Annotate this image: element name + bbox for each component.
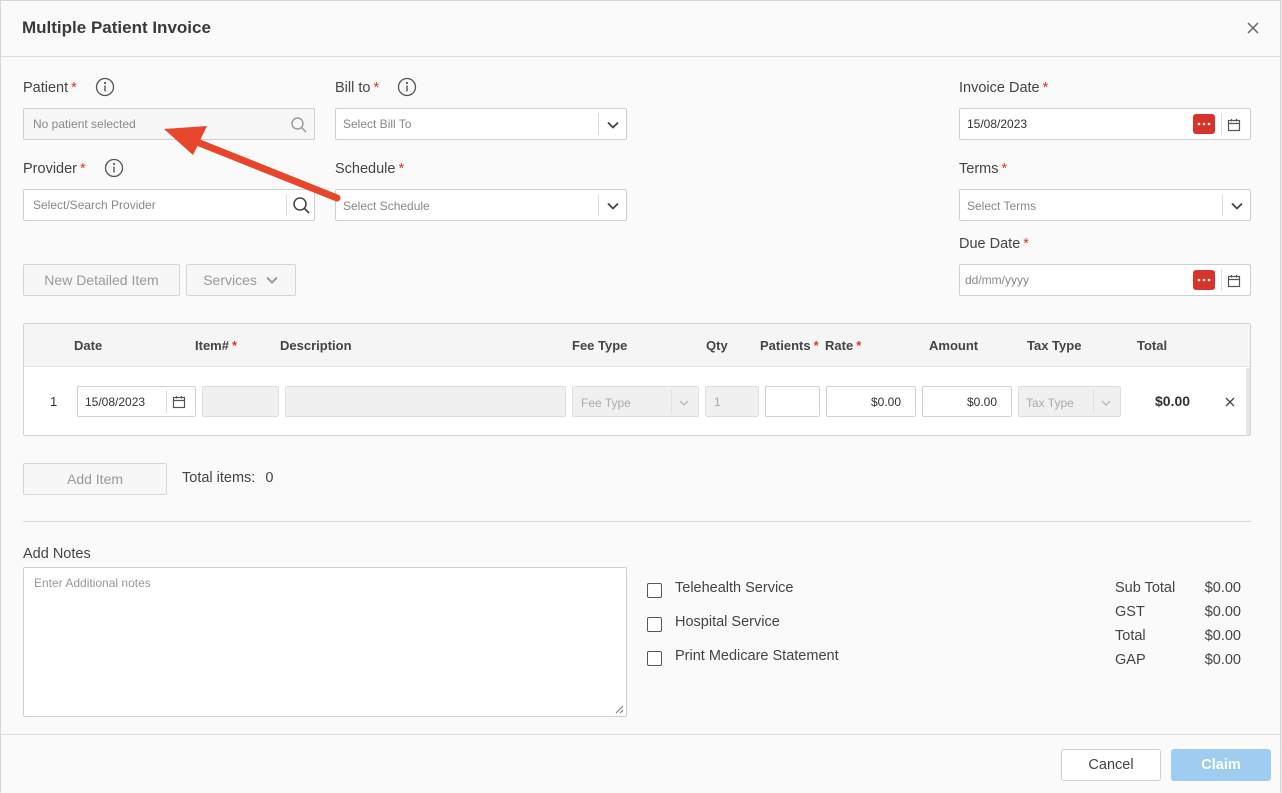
row-amount-input[interactable]: $0.00 xyxy=(922,386,1012,417)
provider-search-input[interactable]: Select/Search Provider xyxy=(23,189,315,221)
col-qty: Qty xyxy=(706,338,728,353)
chevron-down-icon xyxy=(678,396,690,414)
claim-button[interactable]: Claim xyxy=(1171,749,1271,781)
row-number: 1 xyxy=(50,394,58,409)
col-description: Description xyxy=(280,338,352,353)
notes-label: Add Notes xyxy=(23,546,91,562)
telehealth-checkbox[interactable] xyxy=(647,583,662,598)
gst-label: GST xyxy=(1115,604,1145,620)
calendar-picker-icon[interactable] xyxy=(1193,270,1215,290)
close-icon[interactable] xyxy=(1242,17,1264,39)
input-divider xyxy=(1221,269,1222,291)
items-table: Date Item# * Description Fee Type Qty Pat… xyxy=(23,323,1251,436)
col-amount: Amount xyxy=(929,338,979,353)
terms-label: Terms * xyxy=(959,161,1008,177)
row-description-input[interactable] xyxy=(285,386,566,417)
services-button[interactable]: Services xyxy=(186,264,296,296)
input-divider xyxy=(286,194,287,216)
col-patients: Patients * xyxy=(760,338,819,353)
sub-total-label: Sub Total xyxy=(1115,580,1176,596)
due-date-label: Due Date * xyxy=(959,236,1029,252)
row-fee-type-select[interactable]: Fee Type xyxy=(572,386,699,417)
provider-info-icon[interactable] xyxy=(104,158,124,178)
select-divider xyxy=(598,194,599,216)
provider-label: Provider * xyxy=(23,161,86,177)
row-item-input[interactable] xyxy=(202,386,279,417)
modal-header: Multiple Patient Invoice xyxy=(1,1,1280,57)
chevron-down-icon[interactable] xyxy=(606,118,620,137)
total-items: Total items: 0 xyxy=(182,470,274,486)
row-rate-input[interactable]: $0.00 xyxy=(826,386,916,417)
col-tax-type: Tax Type xyxy=(1027,338,1082,353)
total-value: $0.00 xyxy=(1204,628,1241,644)
chevron-down-icon[interactable] xyxy=(1230,199,1244,218)
input-divider xyxy=(166,390,167,413)
calendar-icon[interactable] xyxy=(172,395,186,414)
medicare-checkbox[interactable] xyxy=(647,651,662,666)
select-divider xyxy=(598,113,599,135)
col-date: Date xyxy=(74,338,103,353)
new-detailed-item-button[interactable]: New Detailed Item xyxy=(23,264,180,296)
select-divider xyxy=(671,390,672,413)
chevron-down-icon[interactable] xyxy=(606,199,620,218)
due-date-input[interactable]: dd/mm/yyyy xyxy=(959,264,1251,296)
table-scrollbar[interactable] xyxy=(1246,368,1250,435)
row-patients-input[interactable] xyxy=(765,386,820,417)
search-icon[interactable] xyxy=(290,116,308,139)
calendar-icon[interactable] xyxy=(1227,118,1241,137)
patient-info-icon[interactable] xyxy=(95,77,115,97)
sub-total-value: $0.00 xyxy=(1204,580,1241,596)
bill-to-label: Bill to * xyxy=(335,80,380,96)
hospital-label: Hospital Service xyxy=(675,614,780,630)
gap-label: GAP xyxy=(1115,652,1146,668)
invoice-modal: Multiple Patient Invoice Patient * No pat… xyxy=(0,0,1281,793)
bill-to-select[interactable]: Select Bill To xyxy=(335,108,627,140)
hospital-checkbox[interactable] xyxy=(647,617,662,632)
terms-select[interactable]: Select Terms xyxy=(959,189,1251,221)
row-qty-input[interactable]: 1 xyxy=(705,386,759,417)
cancel-button[interactable]: Cancel xyxy=(1061,749,1161,781)
notes-textarea[interactable]: Enter Additional notes xyxy=(23,567,627,717)
bill-to-info-icon[interactable] xyxy=(397,77,417,97)
table-header: Date Item# * Description Fee Type Qty Pat… xyxy=(24,324,1250,367)
chevron-down-icon xyxy=(1100,396,1112,414)
col-fee-type: Fee Type xyxy=(572,338,628,353)
row-total: $0.00 xyxy=(1155,393,1191,409)
search-icon[interactable] xyxy=(292,196,311,220)
invoice-date-input[interactable]: 15/08/2023 xyxy=(959,108,1251,140)
gap-value: $0.00 xyxy=(1204,652,1241,668)
modal-title: Multiple Patient Invoice xyxy=(22,18,211,37)
col-item: Item# * xyxy=(195,338,238,353)
resize-handle-icon[interactable] xyxy=(614,704,624,714)
total-label: Total xyxy=(1115,628,1146,644)
input-divider xyxy=(1221,113,1222,135)
row-date-input[interactable]: 15/08/2023 xyxy=(77,386,196,417)
remove-row-icon[interactable] xyxy=(1223,395,1237,414)
patient-label: Patient * xyxy=(23,80,77,96)
row-tax-type-select[interactable]: Tax Type xyxy=(1018,386,1121,417)
calendar-picker-icon[interactable] xyxy=(1193,114,1215,134)
telehealth-label: Telehealth Service xyxy=(675,580,794,596)
add-item-button[interactable]: Add Item xyxy=(23,463,167,495)
col-rate: Rate * xyxy=(825,338,862,353)
select-divider xyxy=(1222,194,1223,216)
chevron-down-icon xyxy=(266,276,278,284)
section-divider xyxy=(23,521,1251,522)
calendar-icon[interactable] xyxy=(1227,274,1241,293)
schedule-label: Schedule * xyxy=(335,161,405,177)
col-total: Total xyxy=(1137,338,1168,353)
gst-value: $0.00 xyxy=(1204,604,1241,620)
invoice-date-label: Invoice Date * xyxy=(959,80,1049,96)
patient-search-input[interactable]: No patient selected xyxy=(23,108,315,140)
medicare-label: Print Medicare Statement xyxy=(675,648,839,664)
schedule-select[interactable]: Select Schedule xyxy=(335,189,627,221)
select-divider xyxy=(1093,390,1094,413)
